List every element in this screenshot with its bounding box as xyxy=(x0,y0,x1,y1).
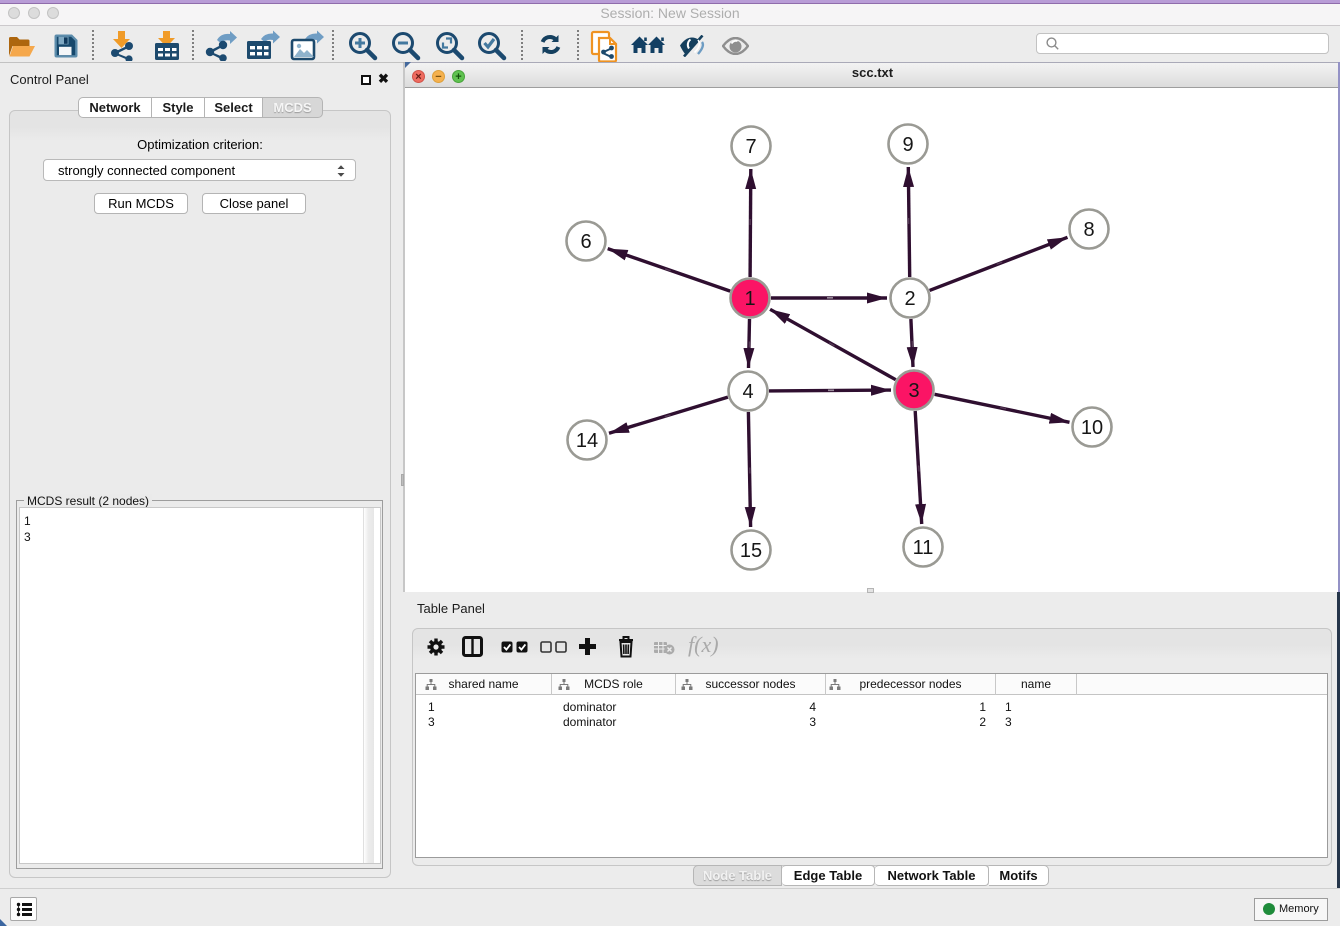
svg-text:1: 1 xyxy=(744,288,755,310)
svg-text:7: 7 xyxy=(745,136,756,158)
svg-text:3: 3 xyxy=(908,380,919,402)
svg-text:2: 2 xyxy=(904,288,915,310)
svg-text:11: 11 xyxy=(913,537,934,559)
svg-text:6: 6 xyxy=(580,231,591,253)
svg-text:4: 4 xyxy=(742,381,753,403)
svg-text:8: 8 xyxy=(1083,219,1094,241)
svg-text:15: 15 xyxy=(740,540,762,562)
svg-text:10: 10 xyxy=(1081,417,1103,439)
svg-text:14: 14 xyxy=(576,430,598,452)
svg-text:9: 9 xyxy=(902,134,913,156)
